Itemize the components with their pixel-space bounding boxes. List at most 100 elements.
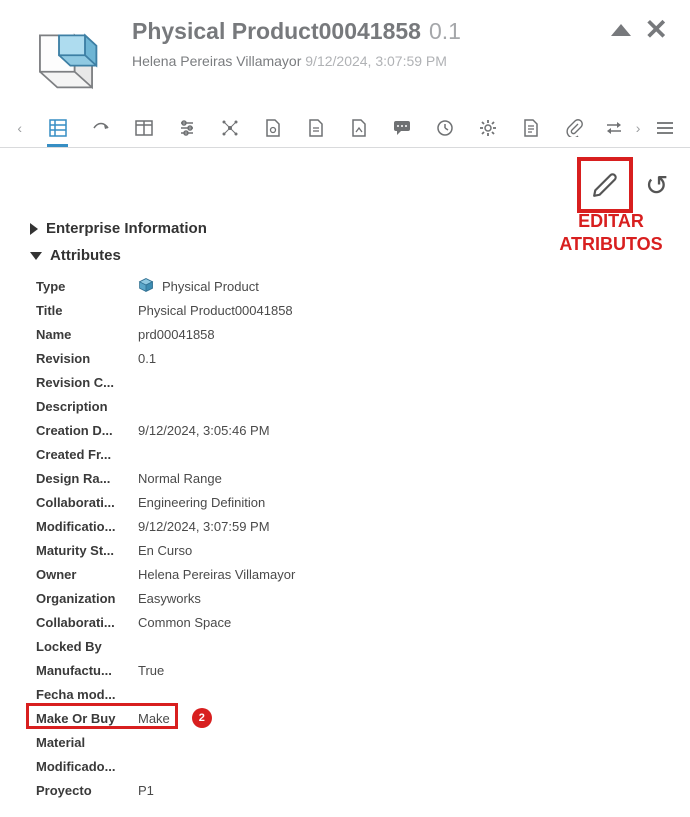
attribute-row: Description (36, 394, 690, 418)
panel-header: Physical Product00041858 0.1 Helena Pere… (0, 0, 690, 104)
attribute-value: True (130, 663, 164, 678)
section-attributes-label: Attributes (50, 247, 121, 264)
toolbar-share-icon[interactable] (90, 109, 111, 147)
attribute-row: Material (36, 730, 690, 754)
attribute-value: Common Space (130, 615, 231, 630)
toolbar-sync-icon[interactable] (606, 109, 622, 147)
attribute-value-text: Easyworks (138, 591, 201, 606)
toolbar-comment-icon[interactable] (391, 109, 412, 147)
attribute-row: Locked By (36, 634, 690, 658)
chevron-right-icon (30, 223, 38, 235)
attribute-value: En Curso (130, 543, 192, 558)
attribute-key: Title (36, 303, 130, 318)
toolbar-menu-icon[interactable] (654, 109, 676, 147)
edit-attributes-button[interactable] (577, 157, 633, 213)
attribute-row: Manufactu...True (36, 658, 690, 682)
attribute-value-text: P1 (138, 783, 154, 798)
attribute-key: Owner (36, 567, 130, 582)
attribute-value-text: Common Space (138, 615, 231, 630)
toolbar: ‹ › (0, 108, 690, 148)
toolbar-relations-icon[interactable] (219, 109, 240, 147)
attribute-value: prd00041858 (130, 327, 215, 342)
attribute-value: P1 (130, 783, 154, 798)
collapse-icon[interactable] (611, 24, 631, 36)
attribute-key: Revision C... (36, 375, 130, 390)
attribute-value: 9/12/2024, 3:05:46 PM (130, 423, 270, 438)
toolbar-configure-icon[interactable] (176, 109, 197, 147)
attribute-row: Modificatio... 9/12/2024, 3:07:59 PM (36, 514, 690, 538)
attribute-key: Modificatio... (36, 519, 130, 534)
attribute-value: Engineering Definition (130, 495, 265, 510)
attribute-row: Revision C... (36, 370, 690, 394)
attribute-key: Collaborati... (36, 615, 130, 630)
attribute-key: Organization (36, 591, 130, 606)
attribute-key: Created Fr... (36, 447, 130, 462)
attribute-row: Maturity St...En Curso (36, 538, 690, 562)
attribute-key: Fecha mod... (36, 687, 130, 702)
attribute-value-text: Physical Product00041858 (138, 303, 293, 318)
chevron-down-icon (30, 252, 42, 260)
attribute-row: Type Physical Product (36, 274, 690, 298)
attribute-value-text: Physical Product (162, 279, 259, 294)
attribute-row: Modificado... (36, 754, 690, 778)
toolbar-doc4-icon[interactable] (520, 109, 541, 147)
attribute-key: Material (36, 735, 130, 750)
attribute-value: Physical Product (130, 277, 259, 296)
toolbar-doc3-icon[interactable] (348, 109, 369, 147)
attribute-value: Normal Range (130, 471, 222, 486)
undo-icon[interactable]: ↻ (645, 169, 668, 202)
attribute-value: Helena Pereiras Villamayor (130, 567, 295, 582)
annotation-badge: 2 (192, 708, 212, 728)
toolbar-gear-icon[interactable] (477, 109, 498, 147)
product-title: Physical Product00041858 (132, 18, 421, 45)
attribute-value-text: 9/12/2024, 3:05:46 PM (138, 423, 270, 438)
attribute-value-text: 9/12/2024, 3:07:59 PM (138, 519, 270, 534)
toolbar-table-icon[interactable] (133, 109, 154, 147)
edit-annotation-label: EDITAR ATRIBUTOS (546, 210, 676, 257)
attribute-row: Collaborati... Engineering Definition (36, 490, 690, 514)
attribute-key: Make Or Buy (36, 711, 130, 726)
header-text: Physical Product00041858 0.1 Helena Pere… (110, 18, 461, 69)
attribute-key: Name (36, 327, 130, 342)
attribute-key: Modificado... (36, 759, 130, 774)
attribute-value-text: Normal Range (138, 471, 222, 486)
toolbar-prev-icon[interactable]: ‹ (14, 109, 25, 147)
attribute-row: Nameprd00041858 (36, 322, 690, 346)
attribute-key: Design Ra... (36, 471, 130, 486)
attribute-value-text: 0.1 (138, 351, 156, 366)
attribute-row: Collaborati... Common Space (36, 610, 690, 634)
attribute-value: Easyworks (130, 591, 201, 606)
toolbar-properties-icon[interactable] (47, 109, 68, 147)
attribute-key: Locked By (36, 639, 130, 654)
attribute-value-text: Helena Pereiras Villamayor (138, 567, 295, 582)
attribute-value: Physical Product00041858 (130, 303, 293, 318)
product-revision: 0.1 (429, 18, 461, 45)
toolbar-next-icon[interactable]: › (632, 109, 644, 147)
attribute-value-text: En Curso (138, 543, 192, 558)
attribute-row: Revision0.1 (36, 346, 690, 370)
attribute-key: Creation D... (36, 423, 130, 438)
attribute-key: Manufactu... (36, 663, 130, 678)
attribute-value-text: Engineering Definition (138, 495, 265, 510)
action-row: ↻ (0, 148, 690, 208)
attribute-key: Proyecto (36, 783, 130, 798)
attribute-key: Type (36, 279, 130, 294)
section-enterprise-label: Enterprise Information (46, 220, 207, 237)
toolbar-doc2-icon[interactable] (305, 109, 326, 147)
toolbar-history-icon[interactable] (434, 109, 455, 147)
attribute-value: Make (130, 711, 170, 726)
attribute-key: Collaborati... (36, 495, 130, 510)
attribute-value: 0.1 (130, 351, 156, 366)
attribute-row: Organization Easyworks (36, 586, 690, 610)
attribute-key: Description (36, 399, 130, 414)
toolbar-attachment-icon[interactable] (563, 109, 584, 147)
header-owner: Helena Pereiras Villamayor (132, 53, 301, 69)
header-timestamp: 9/12/2024, 3:07:59 PM (305, 53, 447, 69)
attribute-row: Proyecto P1 (36, 778, 690, 802)
attribute-row: Creation D... 9/12/2024, 3:05:46 PM (36, 418, 690, 442)
toolbar-doc1-icon[interactable] (262, 109, 283, 147)
close-icon[interactable]: ✕ (645, 16, 668, 44)
attribute-value: 9/12/2024, 3:07:59 PM (130, 519, 270, 534)
attributes-table: Type Physical Product Title Physical Produc… (30, 274, 690, 802)
attribute-row: Design Ra... Normal Range (36, 466, 690, 490)
